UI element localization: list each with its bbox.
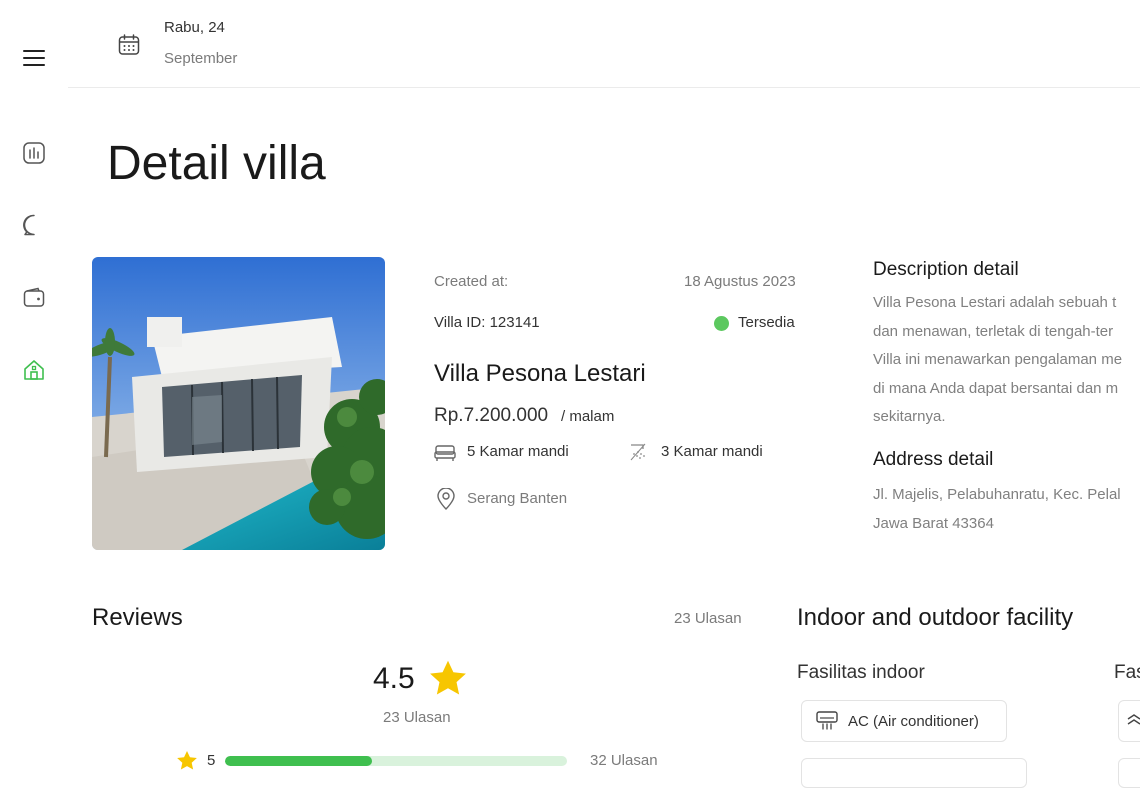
description-title: Description detail bbox=[873, 259, 1019, 280]
address-title: Address detail bbox=[873, 449, 994, 470]
menu-icon[interactable] bbox=[22, 46, 46, 70]
waves-icon bbox=[1127, 713, 1140, 729]
description-line: Villa ini menawarkan pengalaman me bbox=[873, 351, 1123, 368]
reviews-title: Reviews bbox=[92, 604, 183, 631]
description-line: dan menawan, terletak di tengah-ter bbox=[873, 322, 1114, 340]
created-at-label: Created at: bbox=[434, 273, 509, 290]
rating-bar-track bbox=[225, 756, 567, 766]
page-title: Detail villa bbox=[107, 137, 326, 190]
reviews-count: 23 Ulasan bbox=[674, 610, 742, 627]
star-icon bbox=[427, 659, 469, 704]
header-date-month: September bbox=[164, 50, 238, 67]
villa-price: Rp.7.200.000 bbox=[434, 405, 549, 426]
price-unit: / malam bbox=[561, 408, 615, 425]
rating-bar-fill bbox=[225, 756, 373, 766]
bed-icon bbox=[434, 442, 456, 467]
bedroom-count: 5 Kamar mandi bbox=[467, 443, 569, 460]
status-dot-icon bbox=[714, 316, 729, 331]
home-icon[interactable] bbox=[22, 358, 46, 382]
chat-icon[interactable] bbox=[22, 213, 46, 237]
dashboard-chart-icon[interactable] bbox=[22, 141, 46, 165]
address-text: Jl. Majelis, Pelabuhanratu, Kec. Pelal J… bbox=[873, 480, 1140, 538]
indoor-facilities-title: Fasilitas indoor bbox=[797, 662, 925, 683]
villa-id: Villa ID: 123141 bbox=[434, 314, 540, 331]
address-line: Jl. Majelis, Pelabuhanratu, Kec. Pelal bbox=[873, 486, 1121, 503]
facilities-title: Indoor and outdoor facility bbox=[797, 604, 1074, 631]
description-line: Villa Pesona Lestari adalah sebuah t bbox=[873, 294, 1117, 311]
header-date-day: Rabu, 24 bbox=[164, 19, 225, 36]
shower-icon bbox=[629, 442, 651, 467]
rating-row-star: 5 bbox=[207, 752, 216, 769]
created-at-value: 18 Agustus 2023 bbox=[684, 273, 796, 290]
air-conditioner-icon bbox=[816, 711, 838, 731]
villa-name: Villa Pesona Lestari bbox=[434, 360, 646, 387]
description-text: Villa Pesona Lestari adalah sebuah t dan… bbox=[873, 289, 1140, 432]
facility-chip bbox=[1118, 758, 1140, 788]
address-line: Jawa Barat 43364 bbox=[873, 515, 994, 532]
calendar-icon bbox=[118, 34, 140, 61]
bathroom-count: 3 Kamar mandi bbox=[661, 443, 763, 460]
header-divider bbox=[68, 87, 1140, 88]
wallet-icon[interactable] bbox=[22, 286, 46, 310]
facility-chip-outdoor bbox=[1118, 700, 1140, 742]
star-icon bbox=[175, 750, 199, 777]
description-line: di mana Anda dapat bersantai dan m bbox=[873, 379, 1119, 397]
facility-chip-ac: AC (Air conditioner) bbox=[801, 700, 1007, 742]
rating-subtitle: 23 Ulasan bbox=[383, 709, 451, 726]
status-badge: Tersedia bbox=[738, 314, 795, 331]
location-pin-icon bbox=[436, 487, 456, 515]
facility-label: AC (Air conditioner) bbox=[848, 712, 979, 730]
villa-location: Serang Banten bbox=[467, 490, 568, 507]
rating-row-count: 32 Ulasan bbox=[590, 752, 658, 769]
facility-chip bbox=[801, 758, 1027, 788]
description-line: sekitarnya. bbox=[873, 408, 946, 425]
rating-average: 4.5 bbox=[373, 662, 415, 695]
outdoor-facilities-title: Fas bbox=[1114, 662, 1140, 683]
villa-photo bbox=[92, 257, 385, 550]
